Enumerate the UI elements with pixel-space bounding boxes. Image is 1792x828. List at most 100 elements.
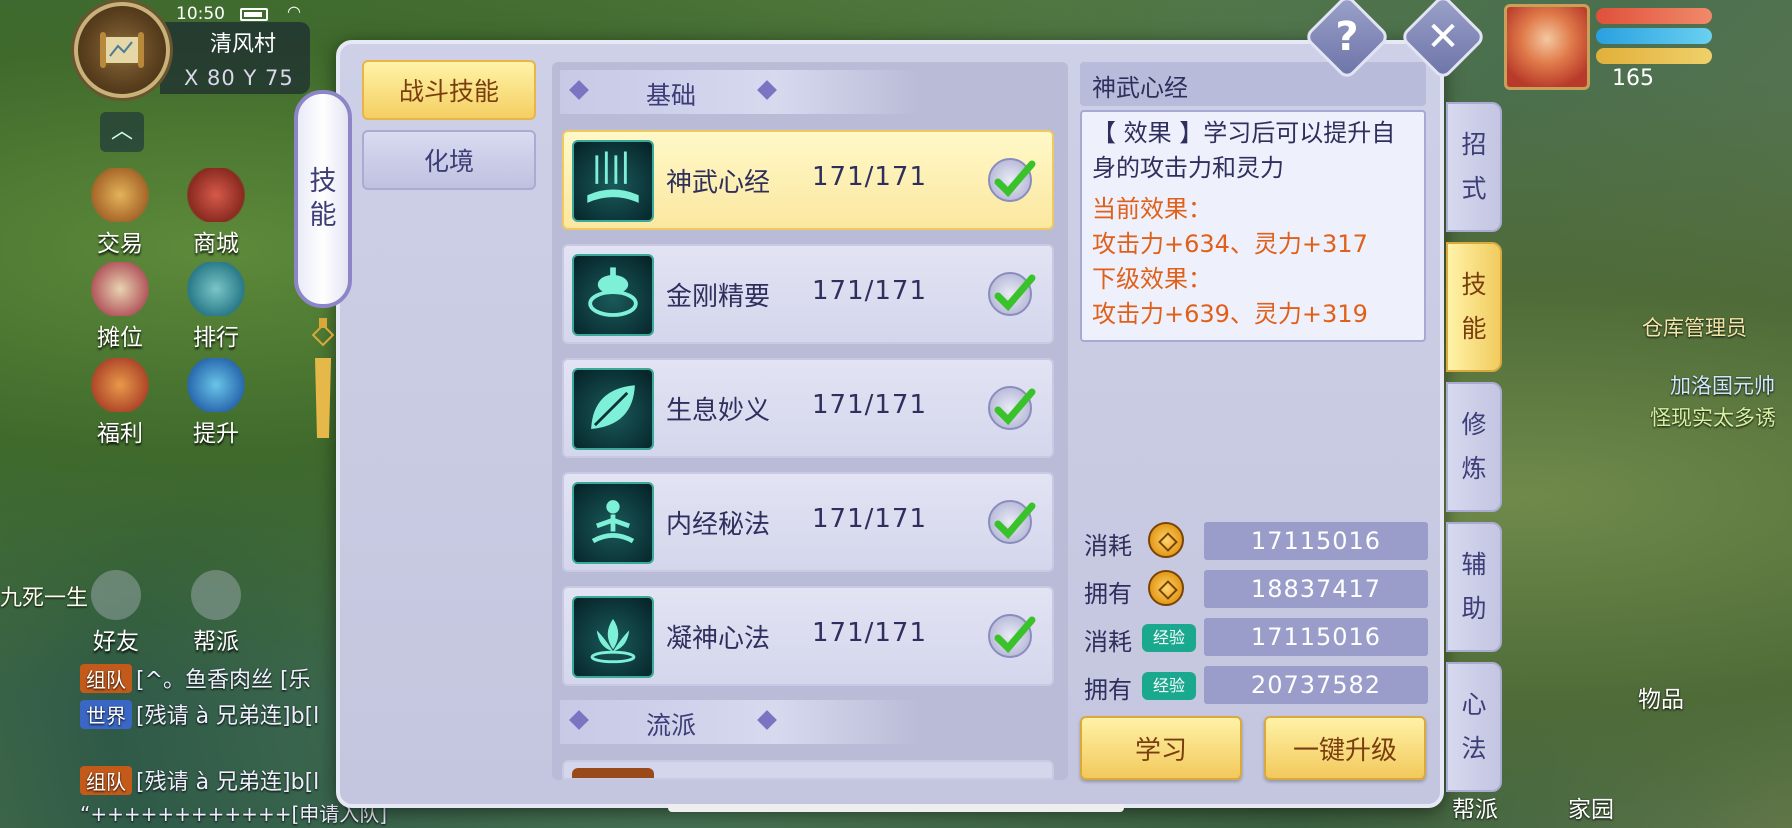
npc-label[interactable]: 仓库管理员 <box>1642 312 1747 342</box>
cost-label: 消耗 <box>1084 532 1132 560</box>
guild-button[interactable]: 帮派 <box>1452 790 1498 824</box>
chat-line[interactable]: 组队 [残请 à 兄弟连]b[l <box>80 764 319 796</box>
stall-button[interactable]: 摊位 <box>80 262 160 352</box>
learn-button[interactable]: 学习 <box>1080 716 1242 780</box>
close-icon: ✕ <box>1426 13 1460 60</box>
hp-bar <box>1596 8 1712 24</box>
exp-badge: 经验 <box>1142 624 1196 652</box>
welfare-label: 福利 <box>97 421 143 447</box>
vtab-char: 法 <box>1461 734 1487 763</box>
chat-line[interactable]: 组队 [^。鱼香肉丝 [乐 <box>80 662 311 694</box>
detail-description: 【 效果 】学习后可以提升自身的攻击力和灵力 当前效果： 攻击力+634、灵力+… <box>1080 110 1426 342</box>
cost-label: 消耗 <box>1084 628 1132 656</box>
skill-row-neijing[interactable]: 内经秘法 171/171 <box>562 472 1054 572</box>
trade-label: 交易 <box>97 231 143 257</box>
home-indicator[interactable] <box>668 804 1124 812</box>
chat-tag-world: 世界 <box>80 700 132 729</box>
collapse-up-icon[interactable]: ︿ <box>100 112 144 152</box>
skills-scroll-tab: 技 能 <box>294 90 352 308</box>
minimap-button[interactable] <box>74 2 170 98</box>
trade-button[interactable]: 交易 <box>80 168 160 258</box>
ranking-icon <box>187 262 245 316</box>
welfare-icon <box>91 358 149 412</box>
home-button[interactable]: 家园 <box>1568 790 1614 824</box>
guild-voice-button[interactable]: 帮派 <box>176 570 256 656</box>
current-effect-value: 攻击力+634、灵力+317 <box>1092 230 1368 258</box>
meditating-figure-icon <box>572 482 654 564</box>
coin-icon <box>1148 570 1184 606</box>
npc-label[interactable]: 加洛国元帅 <box>1670 370 1775 400</box>
detail-title: 神武心经 <box>1080 62 1426 106</box>
microphone-icon <box>191 570 241 620</box>
diamond-icon <box>757 80 777 100</box>
shop-label: 商城 <box>193 231 239 257</box>
skill-name: 凝神心法 <box>666 624 771 654</box>
shop-button[interactable]: 商城 <box>176 168 256 258</box>
skill-name: 神武心经 <box>666 168 771 198</box>
wifi-icon: ◠ <box>287 2 301 21</box>
chat-line[interactable]: 世界 [残请 à 兄弟连]b[l <box>80 698 319 730</box>
shop-icon <box>187 168 245 222</box>
ranking-button[interactable]: 排行 <box>176 262 256 352</box>
location-panel[interactable]: 清风村 X 80 Y 75 <box>160 22 310 94</box>
mp-bar <box>1596 28 1712 44</box>
checkmark-icon <box>988 158 1036 202</box>
vtab-char: 技 <box>1461 270 1487 299</box>
skill-name: 金刚精要 <box>666 282 771 312</box>
exp-owned-value: 20737582 <box>1204 666 1428 704</box>
stall-label: 摊位 <box>97 325 143 351</box>
upgrade-button[interactable]: 提升 <box>176 358 256 448</box>
npc-label[interactable]: 怪现实太多诱 <box>1650 402 1776 432</box>
chat-tag-team: 组队 <box>80 766 132 795</box>
friends-label: 好友 <box>93 629 139 655</box>
checkmark-icon <box>988 386 1036 430</box>
coin-cost-value: 17115016 <box>1204 522 1428 560</box>
coin-owned-value: 18837417 <box>1204 570 1428 608</box>
vtab-char: 招 <box>1461 130 1487 159</box>
rage-bar <box>1596 48 1712 64</box>
meditation-scroll-icon <box>572 140 654 222</box>
coin-icon <box>1148 522 1184 558</box>
skill-row-shengxi[interactable]: 生息妙义 171/171 <box>562 358 1054 458</box>
skill-level: 171/171 <box>812 504 928 534</box>
lotus-icon <box>572 596 654 678</box>
skill-row-partial[interactable] <box>562 760 1054 780</box>
vtab-char: 式 <box>1461 174 1487 203</box>
skill-level: 171/171 <box>812 162 928 192</box>
upgrade-icon <box>187 358 245 412</box>
vtab-moves[interactable]: 招 式 <box>1446 102 1502 232</box>
skill-row-ningshen[interactable]: 凝神心法 171/171 <box>562 586 1054 686</box>
player-avatar[interactable] <box>1504 4 1590 90</box>
diamond-icon <box>569 710 589 730</box>
vtab-assist[interactable]: 辅 助 <box>1446 522 1502 652</box>
scroll-tab-char: 能 <box>309 200 337 231</box>
skill-row-jingang[interactable]: 金刚精要 171/171 <box>562 244 1054 344</box>
stall-icon <box>91 262 149 316</box>
vtab-char: 辅 <box>1461 550 1487 579</box>
vtab-char: 修 <box>1461 410 1487 439</box>
section-title: 基础 <box>646 81 697 110</box>
vtab-char: 心 <box>1461 690 1487 719</box>
next-effect-value: 攻击力+639、灵力+319 <box>1092 300 1368 328</box>
vtab-char: 助 <box>1461 594 1487 623</box>
upgrade-all-button[interactable]: 一键升级 <box>1264 716 1426 780</box>
vtab-skills[interactable]: 技 能 <box>1446 242 1502 372</box>
exp-cost-value: 17115016 <box>1204 618 1428 656</box>
leaf-icon <box>572 368 654 450</box>
category-combat-skills[interactable]: 战斗技能 <box>362 60 536 120</box>
vtab-char: 能 <box>1461 314 1487 343</box>
owned-label: 拥有 <box>1084 676 1132 704</box>
vtab-cultivate[interactable]: 修 炼 <box>1446 382 1502 512</box>
skill-row-shenwu[interactable]: 神武心经 171/171 <box>562 130 1054 230</box>
vtab-mind-method[interactable]: 心 法 <box>1446 662 1502 792</box>
upgrade-label: 提升 <box>193 421 239 447</box>
skill-level: 171/171 <box>812 390 928 420</box>
chat-tag-team: 组队 <box>80 664 132 693</box>
ranking-label: 排行 <box>193 325 239 351</box>
items-button[interactable]: 物品 <box>1638 680 1684 714</box>
next-effect-label: 下级效果： <box>1092 265 1212 293</box>
welfare-button[interactable]: 福利 <box>80 358 160 448</box>
category-transcendence[interactable]: 化境 <box>362 130 536 190</box>
chat-fragment: 九死一生 <box>0 586 89 611</box>
map-scroll-icon <box>100 32 144 68</box>
